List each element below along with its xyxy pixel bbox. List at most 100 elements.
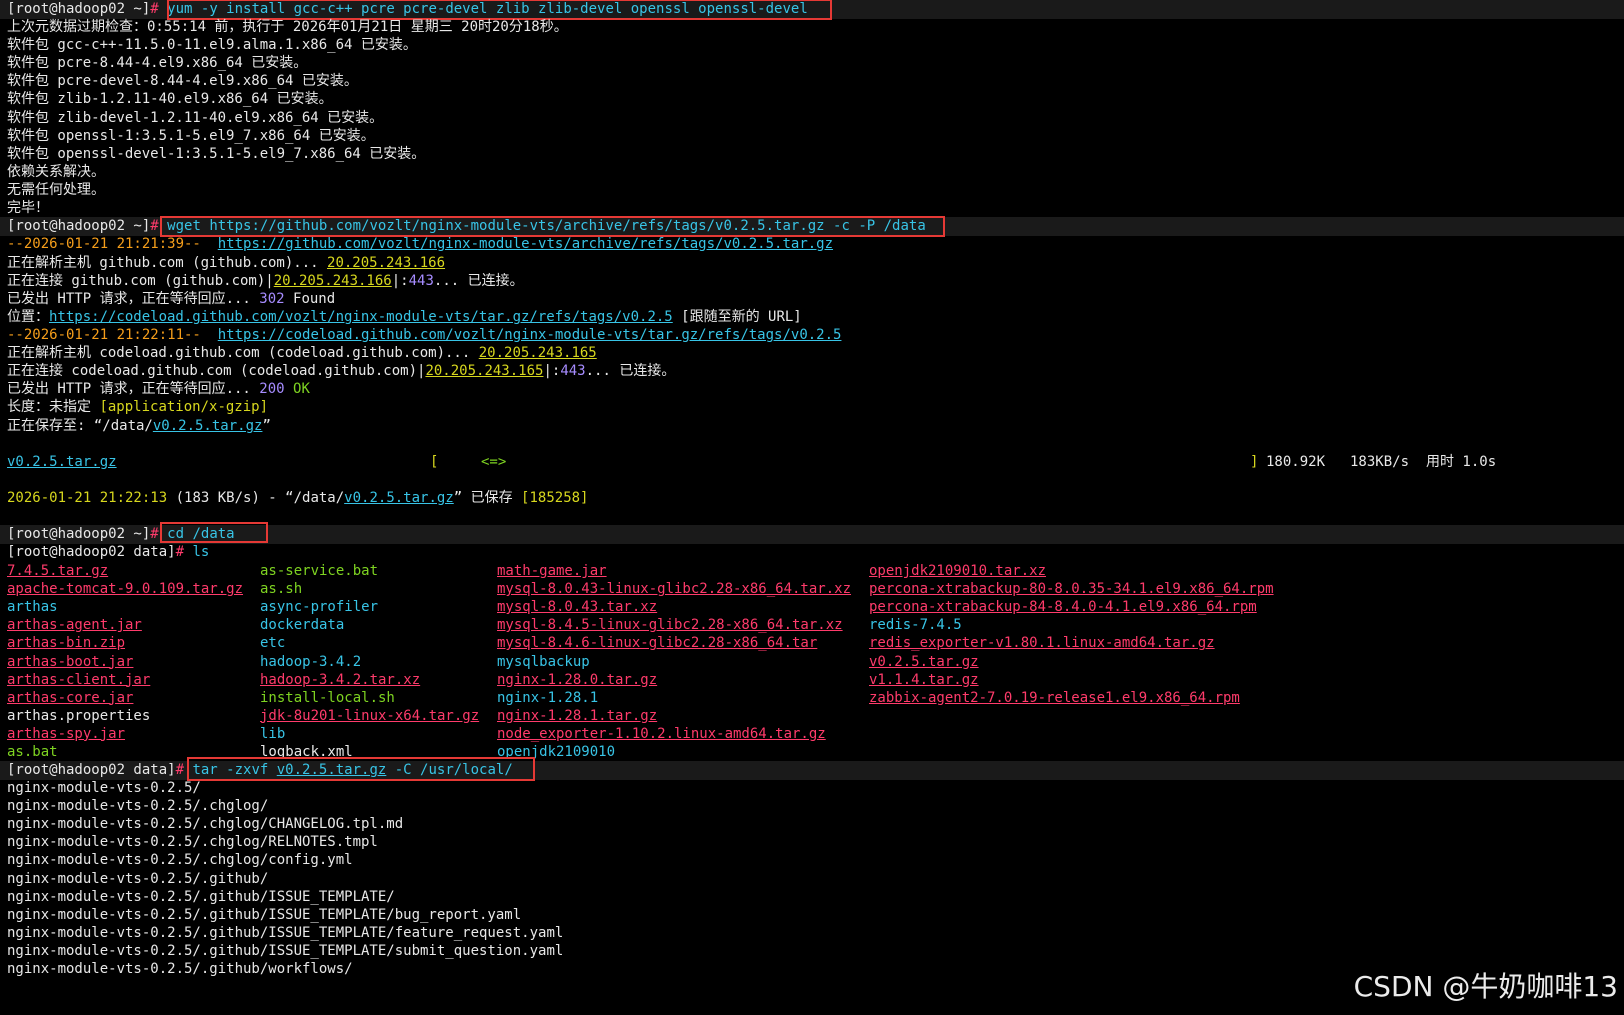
yum-output-line: 上次元数据过期检查：0:55:14 前，执行于 2026年01月21日 星期三 … (7, 19, 568, 35)
ls-entry[interactable]: arthas (7, 598, 58, 617)
ls-entry[interactable]: redis_exporter-v1.80.1.linux-amd64.tar.g… (869, 634, 1215, 653)
yum-output-line: 依赖关系解决。 (7, 163, 105, 180)
ls-entry[interactable]: redis-7.4.5 (869, 616, 962, 635)
ls-entry[interactable]: arthas-spy.jar (7, 725, 125, 744)
prompt-hash: # (175, 544, 185, 560)
http-request-text: 已发出 HTTP 请求，正在等待回应... (7, 291, 260, 307)
highlight-box-yum (167, 0, 832, 20)
connect-text: 正在连接 github.com (github.com)| (7, 273, 274, 289)
wget-line: 正在解析主机 codeload.github.com (codeload.git… (7, 344, 597, 363)
ls-entry[interactable]: lib (260, 725, 285, 744)
highlight-box-cd (160, 522, 268, 543)
ls-entry[interactable]: arthas-boot.jar (7, 653, 133, 672)
ls-entry[interactable]: openjdk2109010.tar.xz (869, 562, 1046, 581)
file-link[interactable]: v0.2.5.tar.gz (344, 490, 454, 506)
highlight-box-wget (160, 216, 945, 237)
prompt: [root@hadoop02 data] (7, 762, 176, 778)
url-link[interactable]: https://codeload.github.com/vozlt/nginx-… (218, 327, 842, 343)
ls-entry[interactable]: nginx-1.28.1 (497, 689, 598, 708)
ls-entry[interactable]: arthas.properties (7, 707, 150, 726)
ls-entry[interactable]: mysql-8.4.6-linux-glibc2.28-x86_64.tar (497, 634, 817, 653)
connect-text: 正在连接 codeload.github.com (codeload.githu… (7, 363, 426, 379)
ls-entry[interactable]: percona-xtrabackup-84-8.4.0-4.1.el9.x86_… (869, 598, 1257, 617)
ls-entry[interactable]: mysql-8.0.43.tar.xz (497, 598, 657, 617)
wget-line: 正在连接 codeload.github.com (codeload.githu… (7, 362, 675, 381)
prompt-line-ls: [root@hadoop02 data]# ls (7, 543, 209, 562)
ls-entry[interactable]: zabbix-agent2-7.0.19-release1.el9.x86_64… (869, 689, 1240, 708)
tar-output-line: nginx-module-vts-0.2.5/.github/ISSUE_TEM… (7, 888, 395, 905)
port-sep: |: (391, 273, 409, 289)
terminal-window[interactable]: [root@hadoop02 ~]# yum -y install gcc-c+… (0, 0, 1624, 1015)
ls-entry[interactable]: math-game.jar (497, 562, 607, 581)
ls-entry[interactable]: arthas-client.jar (7, 671, 150, 690)
ls-entry[interactable]: node_exporter-1.10.2.linux-amd64.tar.gz (497, 725, 826, 744)
tar-output-line: nginx-module-vts-0.2.5/.github/ (7, 870, 269, 887)
wget-line: 正在连接 github.com (github.com)|20.205.243.… (7, 272, 524, 291)
progress-size: 180.92K (1266, 454, 1326, 470)
http-status-text: Found (284, 291, 336, 307)
saved-rate: (183 KB/s) - “/data/ (167, 490, 345, 506)
ls-entry[interactable]: async-profiler (260, 598, 378, 617)
watermark: CSDN @牛奶咖啡13 (1353, 970, 1618, 1003)
saved-text: ” 已保存 (453, 490, 522, 506)
ls-entry[interactable]: as.sh (260, 580, 302, 599)
wget-line: 已发出 HTTP 请求，正在等待回应... 200 OK (7, 380, 310, 399)
mime-type: [application/x-gzip] (99, 399, 269, 415)
url-link[interactable]: https://codeload.github.com/vozlt/nginx-… (49, 309, 673, 325)
ls-entry[interactable]: arthas-agent.jar (7, 616, 142, 635)
command-ls: ls (192, 544, 210, 560)
tar-output-line: nginx-module-vts-0.2.5/.chglog/CHANGELOG… (7, 816, 404, 833)
tar-output-line: nginx-module-vts-0.2.5/.github/ISSUE_TEM… (7, 942, 564, 959)
yum-output-line: 软件包 zlib-devel-1.2.11-40.el9.x86_64 已安装。 (7, 109, 384, 126)
ls-entry[interactable]: jdk-8u201-linux-x64.tar.gz (260, 707, 479, 726)
ls-entry[interactable]: arthas-bin.zip (7, 634, 125, 653)
wget-line: 位置：https://codeload.github.com/vozlt/ngi… (7, 308, 802, 327)
ls-entry[interactable]: apache-tomcat-9.0.109.tar.gz (7, 580, 243, 599)
timestamp: 2026-01-21 21:22:13 (7, 490, 168, 506)
progress-time: 用时 1.0s (1426, 454, 1497, 470)
ls-entry[interactable]: as-service.bat (260, 562, 378, 581)
http-request-text: 已发出 HTTP 请求，正在等待回应... (7, 381, 260, 397)
url-link[interactable]: https://github.com/vozlt/nginx-module-vt… (218, 236, 833, 252)
ip-address: 20.205.243.166 (273, 273, 392, 289)
yum-output-line: 软件包 zlib-1.2.11-40.el9.x86_64 已安装。 (7, 91, 333, 108)
yum-output-line: 完毕！ (7, 200, 49, 216)
redirect-text: [跟随至新的 URL] (672, 309, 802, 325)
ls-entry[interactable]: mysql-8.4.5-linux-glibc2.28-x86_64.tar.x… (497, 616, 843, 635)
ls-entry[interactable]: etc (260, 634, 285, 653)
saving-label: 正在保存至: “/data/ (7, 418, 153, 434)
ls-entry[interactable]: install-local.sh (260, 689, 395, 708)
resolve-text: 正在解析主机 codeload.github.com (codeload.git… (7, 345, 479, 361)
ls-entry[interactable]: nginx-1.28.0.tar.gz (497, 671, 657, 690)
timestamp: --2026-01-21 21:21:39-- (7, 236, 201, 252)
tar-output-line: nginx-module-vts-0.2.5/.chglog/ (7, 798, 269, 815)
http-status-code: 302 (259, 291, 285, 307)
ls-entry[interactable]: mysql-8.0.43-linux-glibc2.28-x86_64.tar.… (497, 580, 851, 599)
progress-file: v0.2.5.tar.gz (7, 453, 137, 472)
ls-entry[interactable]: v0.2.5.tar.gz (869, 653, 979, 672)
ls-entry[interactable]: arthas-core.jar (7, 689, 133, 708)
prompt-hash: # (150, 218, 159, 234)
ls-entry[interactable]: hadoop-3.4.2.tar.xz (260, 671, 420, 690)
ls-entry[interactable]: percona-xtrabackup-80-8.0.35-34.1.el9.x8… (869, 580, 1274, 599)
prompt: [root@hadoop02 ~] (7, 526, 151, 542)
ip-address: 20.205.243.166 (327, 255, 446, 271)
yum-output-line: 软件包 pcre-8.44-4.el9.x86_64 已安装。 (7, 55, 308, 72)
ls-entry[interactable]: mysqlbackup (497, 653, 590, 672)
yum-output-line: 软件包 pcre-devel-8.44-4.el9.x86_64 已安装。 (7, 73, 358, 90)
highlight-box-tar (187, 757, 535, 781)
file-link[interactable]: v0.2.5.tar.gz (153, 418, 263, 434)
ls-entry[interactable]: as.bat (7, 743, 58, 762)
timestamp: --2026-01-21 21:22:11-- (7, 327, 201, 343)
prompt: [root@hadoop02 ~] (7, 1, 151, 17)
ip-address: 20.205.243.165 (425, 363, 544, 379)
ls-entry[interactable]: dockerdata (260, 616, 344, 635)
ls-entry[interactable]: hadoop-3.4.2 (260, 653, 361, 672)
ls-entry[interactable]: 7.4.5.tar.gz (7, 562, 108, 581)
file-link[interactable]: v0.2.5.tar.gz (7, 454, 117, 470)
ls-entry[interactable]: nginx-1.28.1.tar.gz (497, 707, 657, 726)
yum-output-line: 软件包 openssl-1:3.5.1-5.el9_7.x86_64 已安装。 (7, 127, 375, 144)
prompt-hash: # (150, 1, 159, 17)
progress-bracket-open: [ (430, 454, 439, 470)
ls-entry[interactable]: v1.1.4.tar.gz (869, 671, 979, 690)
